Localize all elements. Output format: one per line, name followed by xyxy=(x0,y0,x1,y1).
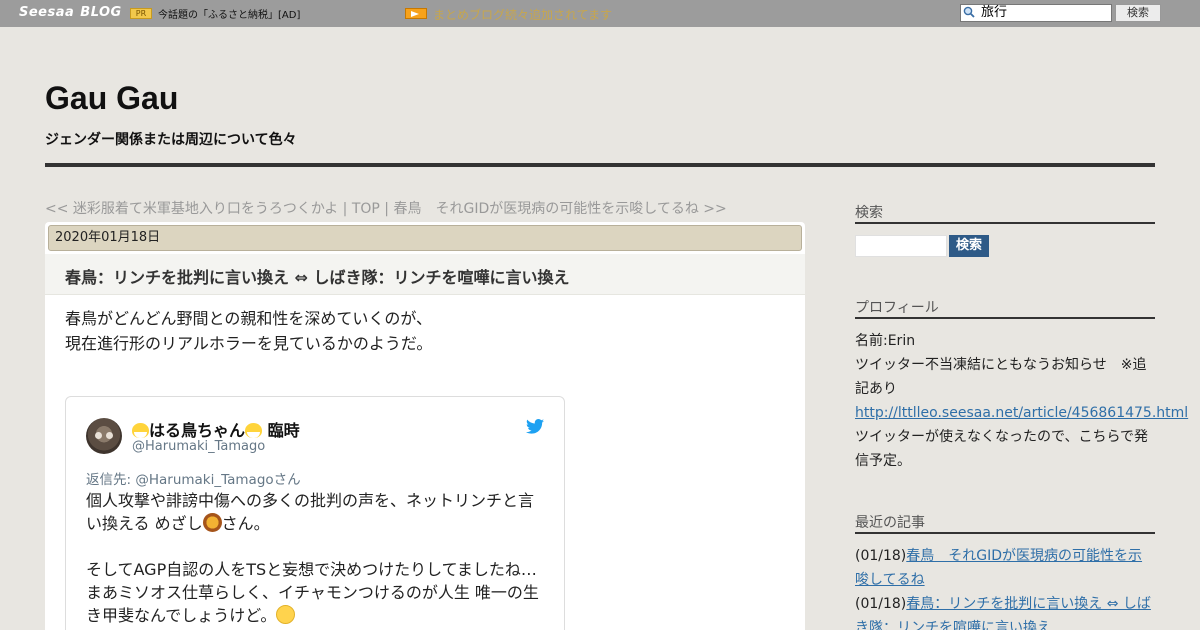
embedded-tweet[interactable]: はる鳥ちゃん 臨時 @Harumaki_Tamago 返信先: @Harumak… xyxy=(65,396,565,630)
avatar[interactable] xyxy=(86,418,122,454)
logo-blog: BLOG xyxy=(80,5,122,20)
rolling-eyes-emoji-icon xyxy=(276,605,296,624)
list-item: (01/18)春鳥：リンチを批判に言い換え ⇔ しばき隊：リンチを喧嘩に言い換え xyxy=(855,592,1155,630)
top-link[interactable]: TOP xyxy=(352,201,380,217)
chick-icon xyxy=(132,423,149,438)
recent-articles-list: (01/18)春鳥 それGIDが医現病の可能性を示唆してるね (01/18)春鳥… xyxy=(855,544,1155,630)
tweet-paragraph: 個人攻撃や誹謗中傷への多くの批判の声を、ネットリンチと言い換える めざし さん。 xyxy=(86,489,546,535)
tweet-author-name-suffix: 臨時 xyxy=(267,421,300,440)
sidebar-search-input[interactable] xyxy=(855,235,947,257)
sidebar-divider xyxy=(855,222,1155,224)
pager-separator: | xyxy=(379,201,394,217)
sidebar-recent-heading: 最近の記事 xyxy=(855,515,925,531)
tweet-author-name-text: はる鳥ちゃん xyxy=(149,421,246,440)
pager-separator: | xyxy=(338,201,352,217)
recent-article-date: (01/18) xyxy=(855,596,907,612)
pr-badge: PR xyxy=(130,8,152,19)
seesaa-blog-logo[interactable]: Seesaa BLOG xyxy=(19,5,122,20)
sidebar-divider xyxy=(855,532,1155,534)
top-search-button[interactable]: 検索 xyxy=(1115,4,1161,22)
tweet-text-part: まあミソオス仕草らしく、イチャモンつけるのが人生 唯一の生き甲斐なんでしょうけど… xyxy=(86,583,539,625)
article-header: 春鳥：リンチを批判に言い換え ⇔ しばき隊：リンチを喧嘩に言い換え xyxy=(45,254,805,295)
profile-note: ツイッターが使えなくなったので、こちらで発信予定。 xyxy=(855,429,1149,469)
search-icon xyxy=(963,6,975,18)
tweet-paragraph: まあミソオス仕草らしく、イチャモンつけるのが人生 唯一の生き甲斐なんでしょうけど… xyxy=(86,581,546,627)
article-pager: << 迷彩服着て米軍基地入り口をうろつくかよ | TOP | 春鳥 それGIDが… xyxy=(45,198,727,218)
lion-face-icon xyxy=(202,513,222,532)
tweet-author-handle[interactable]: @Harumaki_Tamago xyxy=(132,439,265,454)
profile-name: 名前:Erin xyxy=(855,333,916,349)
tweet-paragraph: そしてAGP自認の人をTSと妄想で決めつけたりしてましたね… xyxy=(86,560,537,579)
article-body-line: 現在進行形のリアルホラーを見ているかのようだ。 xyxy=(65,334,433,353)
tweet-text: 個人攻撃や誹謗中傷への多くの批判の声を、ネットリンチと言い換える めざし さん。 … xyxy=(86,489,546,627)
prev-article-link[interactable]: << 迷彩服着て米軍基地入り口をうろつくかよ xyxy=(45,201,338,217)
tweet-reply-to[interactable]: 返信先: @Harumaki_Tamagoさん xyxy=(86,468,301,488)
arrow-right-icon xyxy=(405,8,427,19)
blog-description: ジェンダー関係または周辺について色々 xyxy=(45,132,297,148)
recent-article-date: (01/18) xyxy=(855,548,907,564)
twitter-bird-icon[interactable] xyxy=(526,419,544,434)
chick-icon xyxy=(245,423,263,438)
top-search-input[interactable]: 旅行 xyxy=(960,4,1112,22)
article-body: 春鳥がどんどん野間との親和性を深めていくのが、 現在進行形のリアルホラーを見てい… xyxy=(65,306,432,356)
sidebar-search-button[interactable]: 検索 xyxy=(949,235,989,257)
article: 2020年01月18日 春鳥：リンチを批判に言い換え ⇔ しばき隊：リンチを喧嘩… xyxy=(45,222,805,630)
list-item: (01/18)春鳥 それGIDが医現病の可能性を示唆してるね xyxy=(855,544,1155,592)
logo-seesaa: Seesaa xyxy=(19,5,75,20)
article-body-line: 春鳥がどんどん野間との親和性を深めていくのが、 xyxy=(65,309,433,328)
article-title[interactable]: 春鳥：リンチを批判に言い換え ⇔ しばき隊：リンチを喧嘩に言い換え xyxy=(65,264,570,288)
sidebar-search-heading: 検索 xyxy=(855,205,883,221)
tweet-text-part: さん。 xyxy=(221,514,270,533)
tweet-blank-line xyxy=(86,535,546,558)
top-bar: Seesaa BLOG PR 今話題の「ふるさと納税」[AD] まとめブログ続々追… xyxy=(0,0,1200,27)
profile-article-link[interactable]: http://lttlleo.seesaa.net/article/456861… xyxy=(855,405,1188,421)
article-date: 2020年01月18日 xyxy=(48,225,802,251)
profile-section: 名前:Erin ツイッター不当凍結にともなうお知らせ ※追記あり http://… xyxy=(855,329,1188,473)
blog-title[interactable]: Gau Gau xyxy=(45,80,178,117)
profile-notice: ツイッター不当凍結にともなうお知らせ ※追記あり xyxy=(855,357,1147,397)
announcement-link[interactable]: まとめブログ続々追加されてます xyxy=(433,6,612,23)
tweet-author-name[interactable]: はる鳥ちゃん 臨時 xyxy=(132,417,300,441)
sidebar-divider xyxy=(855,317,1155,319)
sidebar-profile-heading: プロフィール xyxy=(855,300,939,316)
tweet-text-part: 個人攻撃や誹謗中傷への多くの批判の声を、ネットリンチと言い換える めざし xyxy=(86,491,535,533)
next-article-link[interactable]: 春鳥 それGIDが医現病の可能性を示唆してるね >> xyxy=(393,201,726,217)
pr-ad-link[interactable]: 今話題の「ふるさと納税」[AD] xyxy=(158,6,300,21)
header-divider xyxy=(45,163,1155,167)
